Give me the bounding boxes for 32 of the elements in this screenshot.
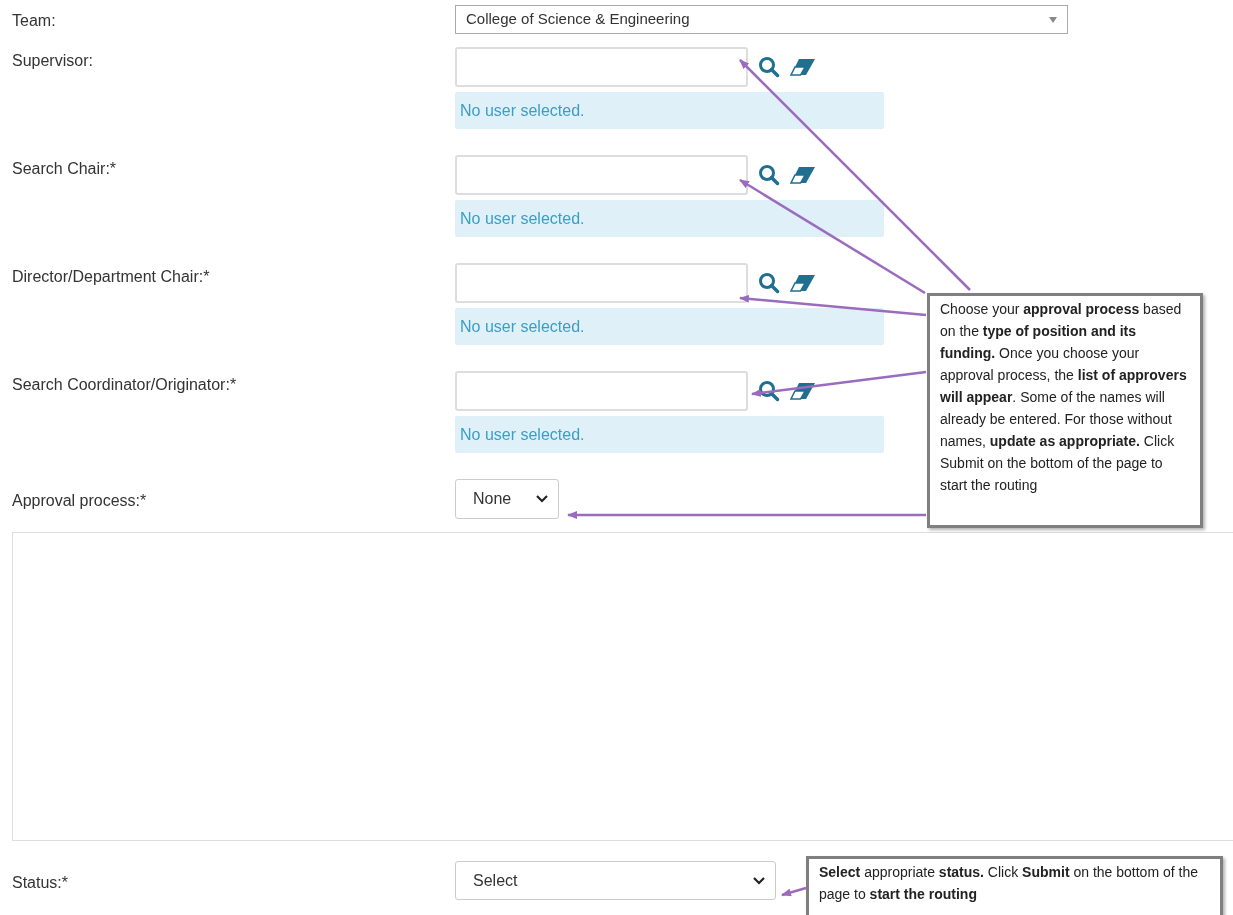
user-input-field[interactable] <box>455 263 748 303</box>
dropdown-caret-icon <box>1049 16 1057 23</box>
user-input-field[interactable] <box>455 371 748 411</box>
field-label: Director/Department Chair:* <box>12 267 211 287</box>
chevron-icon <box>753 876 765 885</box>
field-label: Team: <box>12 11 57 31</box>
user-input-field[interactable] <box>455 47 748 87</box>
search-icon[interactable] <box>758 56 780 78</box>
status-select[interactable]: Select <box>455 861 776 900</box>
no-user-message: No user selected. <box>455 92 884 129</box>
field-label: Search Coordinator/Originator:* <box>12 375 238 395</box>
search-icon[interactable] <box>758 380 780 402</box>
field-label: Status:* <box>12 873 70 893</box>
field-label: Search Chair:* <box>12 159 118 179</box>
search-icon[interactable] <box>758 272 780 294</box>
team-dropdown[interactable]: College of Science & Engineering <box>455 5 1068 34</box>
eraser-icon[interactable] <box>790 166 816 184</box>
arrow <box>781 886 807 897</box>
callout-note: Select appropriate status. Click Submit on the bottom of the page to start the routing <box>806 856 1223 915</box>
no-user-message: No user selected. <box>455 200 884 237</box>
no-user-message: No user selected. <box>455 308 884 345</box>
eraser-icon[interactable] <box>790 382 816 400</box>
search-icon[interactable] <box>758 164 780 186</box>
chevron-icon <box>536 495 548 503</box>
approval-select[interactable]: None <box>455 479 559 519</box>
user-input-field[interactable] <box>455 155 748 195</box>
callout-note: Choose your approval process based on the type of position and its funding. Once you choose your approval process, the list of approvers will appear. Some of the names will already be entered. For those without names, update as appropriate. Click Submit on the bottom of the page to start the routing <box>927 293 1203 528</box>
eraser-icon[interactable] <box>790 274 816 292</box>
field-label: Supervisor: <box>12 51 94 71</box>
no-user-message: No user selected. <box>455 416 884 453</box>
eraser-icon[interactable] <box>790 58 816 76</box>
field-label: Approval process:* <box>12 491 148 511</box>
